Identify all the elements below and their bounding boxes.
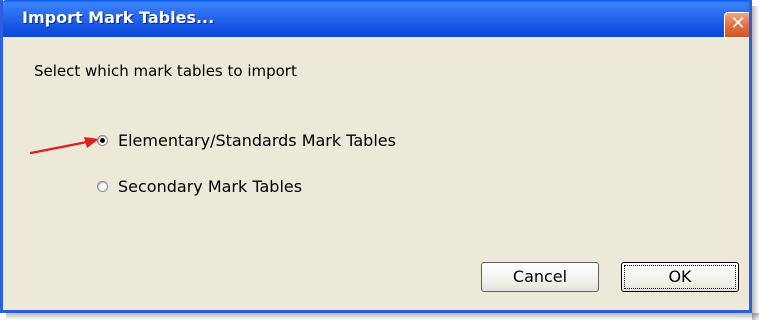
option-label-elementary-standards: Elementary/Standards Mark Tables — [118, 131, 396, 150]
radio-secondary[interactable] — [97, 181, 108, 192]
close-icon: ✕ — [730, 13, 746, 34]
import-dialog: Import Mark Tables... ✕ Select which mar… — [0, 0, 752, 313]
prompt-text: Select which mark tables to import — [34, 62, 297, 80]
cancel-button[interactable]: Cancel — [481, 262, 599, 292]
close-button[interactable]: ✕ — [724, 12, 749, 38]
ok-button[interactable]: OK — [621, 262, 739, 292]
option-elementary-standards[interactable]: Elementary/Standards Mark Tables — [97, 131, 396, 150]
window-shadow-bottom — [6, 313, 759, 320]
option-secondary[interactable]: Secondary Mark Tables — [97, 177, 302, 196]
red-arrow-icon — [29, 137, 99, 155]
title-bar[interactable]: Import Mark Tables... ✕ — [3, 0, 749, 38]
window-title: Import Mark Tables... — [22, 8, 215, 27]
window-shadow-right — [752, 6, 759, 320]
option-label-secondary: Secondary Mark Tables — [118, 177, 303, 196]
radio-elementary-standards[interactable] — [97, 135, 108, 146]
